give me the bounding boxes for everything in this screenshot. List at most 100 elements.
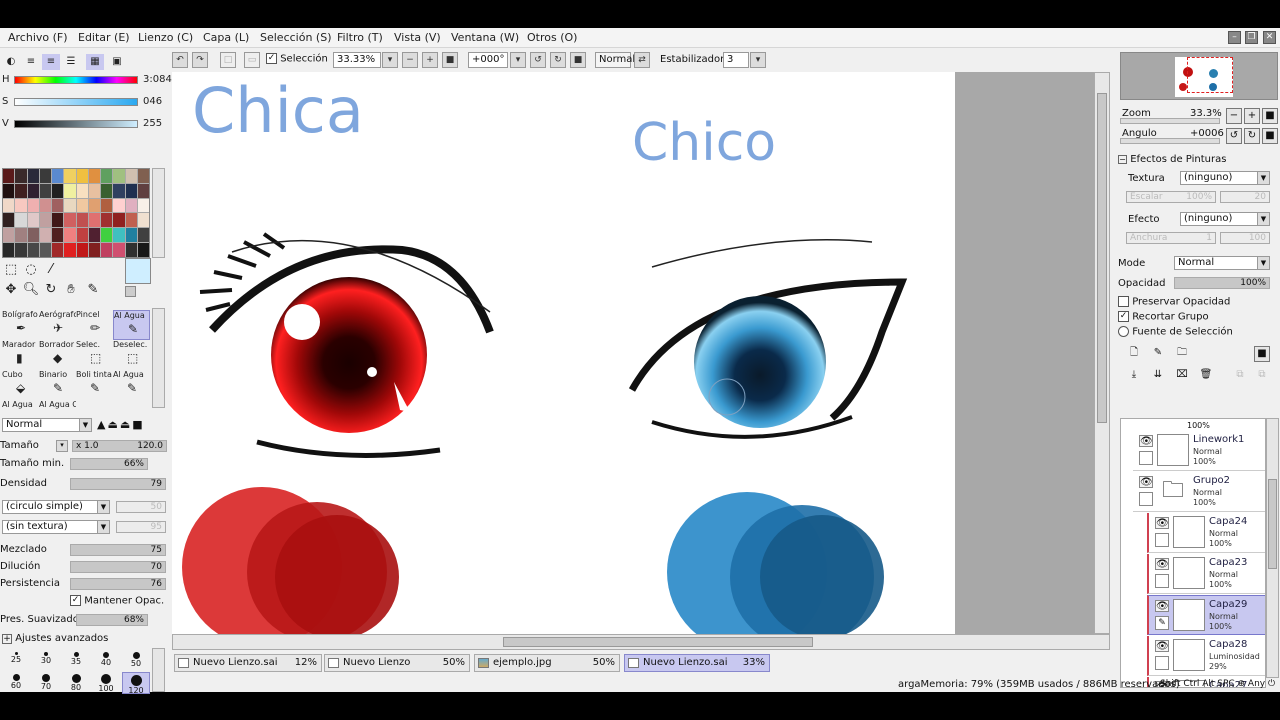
blending-slider[interactable]: 75 [70, 544, 166, 556]
palette-swatch[interactable] [113, 228, 125, 243]
palette-swatch[interactable] [3, 228, 15, 243]
rect-select-icon[interactable]: ⬚ [2, 262, 20, 278]
palette-swatch[interactable] [39, 213, 51, 228]
palette-swatch[interactable] [15, 228, 27, 243]
palette-swatch[interactable] [64, 213, 76, 228]
layer-lock-icon[interactable] [1155, 574, 1169, 588]
blend-mode-field[interactable]: Normal [595, 52, 635, 68]
brush-12[interactable]: Al Agua ✎ [113, 370, 150, 400]
palette-swatch[interactable] [125, 228, 137, 243]
color-wheel-icon[interactable]: ◐ [2, 54, 20, 70]
swatches-icon[interactable]: ▦ [86, 54, 104, 70]
dilution-slider[interactable]: 70 [70, 561, 166, 573]
palette-swatch[interactable] [113, 198, 125, 213]
canvas-vertical-scrollbar[interactable] [1094, 72, 1110, 634]
brush-3[interactable]: Pincel ✏ [76, 310, 113, 340]
layer-scroll-thumb[interactable] [1268, 479, 1277, 569]
palette-scrollbar[interactable] [152, 168, 165, 258]
palette-swatch[interactable] [27, 198, 39, 213]
effects-section[interactable]: − Efectos de Pinturas [1118, 154, 1226, 165]
menu-vista[interactable]: Vista (V) [394, 31, 441, 44]
palette-swatch[interactable] [76, 243, 88, 257]
nav-zoom-out-icon[interactable]: − [1226, 108, 1242, 124]
eye-icon[interactable]: 👁︎ [1155, 600, 1169, 612]
eyedropper-icon[interactable]: ✎ [84, 282, 102, 298]
new-layer-icon[interactable]: 🗋︎ [1126, 346, 1142, 362]
palette-swatch[interactable] [3, 213, 15, 228]
palette-swatch[interactable] [52, 243, 64, 257]
palette-swatch[interactable] [15, 198, 27, 213]
palette-swatch[interactable] [113, 213, 125, 228]
new-linework-layer-icon[interactable]: ✎ [1150, 346, 1166, 362]
palette-swatch[interactable] [15, 183, 27, 198]
layer-item[interactable]: 👁︎ Linework1 Normal 100% [1133, 431, 1265, 471]
brush-shape-buttons[interactable]: ▲⏏⏏■ [97, 418, 165, 432]
brush-7[interactable]: Selec. ⬚ [76, 340, 113, 370]
layer-item[interactable]: 👁︎ Capa24 Normal 100% [1147, 513, 1265, 553]
canvas-viewport[interactable]: Chica Chico [172, 72, 1110, 650]
palette-swatch[interactable] [52, 228, 64, 243]
palette-swatch[interactable] [3, 198, 15, 213]
menu-lienzo[interactable]: Lienzo (C) [138, 31, 193, 44]
new-folder-icon[interactable]: 🗀︎ [1174, 346, 1190, 362]
palette-swatch[interactable] [101, 169, 113, 183]
nav-rotate-reset-icon[interactable]: ■ [1262, 128, 1278, 144]
palette-swatch[interactable] [64, 183, 76, 198]
rotate-left-icon[interactable]: ↺ [530, 52, 546, 68]
scratchpad-icon[interactable]: ▣ [108, 54, 126, 70]
restore-icon[interactable]: ❐ [1245, 31, 1258, 44]
palette-swatch[interactable] [64, 198, 76, 213]
zoom-out-icon[interactable]: − [402, 52, 418, 68]
layer-lock-icon[interactable] [1155, 533, 1169, 547]
doc-tab-2[interactable]: Nuevo Lienzo 50% [324, 654, 470, 672]
color-palette[interactable] [2, 168, 150, 258]
palette-swatch[interactable] [27, 169, 39, 183]
value-slider[interactable] [14, 120, 138, 128]
flip-icon[interactable]: ⇄ [634, 52, 650, 68]
nav-rotate-right-icon[interactable]: ↻ [1244, 128, 1260, 144]
zoom-in-icon[interactable]: + [422, 52, 438, 68]
palette-swatch[interactable] [88, 228, 100, 243]
palette-swatch[interactable] [52, 183, 64, 198]
rotate-icon[interactable]: ↻ [42, 282, 60, 298]
palette-bar-icon[interactable]: ☰ [62, 54, 80, 70]
eye-icon[interactable]: 👁︎ [1139, 435, 1153, 447]
brush-1[interactable]: Bolígrafo ✒ [2, 310, 39, 340]
copy-layer-icon[interactable]: ⧉ [1232, 368, 1248, 384]
brush-size-preset[interactable]: 120 [122, 672, 150, 695]
drawing-canvas[interactable]: Chica Chico [172, 72, 955, 634]
angle-dropdown-icon[interactable]: ▾ [510, 52, 526, 68]
paste-layer-icon[interactable]: ⧉ [1254, 368, 1270, 384]
redo-icon[interactable]: ↷ [192, 52, 208, 68]
palette-swatch[interactable] [101, 213, 113, 228]
eye-icon[interactable]: 👁︎ [1155, 640, 1169, 652]
stabilizer-field[interactable]: 3 [723, 52, 749, 68]
layer-item[interactable]: 👁︎ ✎ Capa29 Normal 100% [1147, 595, 1265, 635]
doc-tab-1[interactable]: Nuevo Lienzo.sai 12% [174, 654, 322, 672]
stabilizer-dropdown-icon[interactable]: ▾ [750, 52, 766, 68]
palette-swatch[interactable] [76, 213, 88, 228]
palette-swatch[interactable] [76, 228, 88, 243]
brush-size-preset[interactable]: 70 [32, 672, 60, 694]
clip-group-checkbox[interactable]: ✓ [1118, 311, 1129, 322]
undo-icon[interactable]: ↶ [172, 52, 188, 68]
palette-swatch[interactable] [15, 243, 27, 257]
palette-swatch[interactable] [3, 169, 15, 183]
saturation-slider[interactable] [14, 98, 138, 106]
advanced-settings-toggle[interactable]: + Ajustes avanzados [2, 633, 108, 644]
hscroll-thumb[interactable] [503, 637, 813, 647]
brush-9[interactable]: Cubo ⬙ [2, 370, 39, 400]
palette-swatch[interactable] [137, 183, 149, 198]
palette-swatch[interactable] [52, 169, 64, 183]
size-dropdown[interactable]: ▾ [56, 440, 68, 452]
brush-5[interactable]: Marador ▮ [2, 340, 39, 370]
brush-scrollbar[interactable] [152, 308, 165, 408]
palette-swatch[interactable] [64, 243, 76, 257]
eye-icon[interactable]: 👁︎ [1155, 517, 1169, 529]
expand-icon[interactable]: + [2, 634, 12, 644]
menu-otros[interactable]: Otros (O) [527, 31, 577, 44]
lasso-icon[interactable]: ◌ [22, 262, 40, 278]
brush-size-preset[interactable]: 35 [62, 650, 90, 672]
palette-swatch[interactable] [39, 228, 51, 243]
palette-swatch[interactable] [39, 198, 51, 213]
